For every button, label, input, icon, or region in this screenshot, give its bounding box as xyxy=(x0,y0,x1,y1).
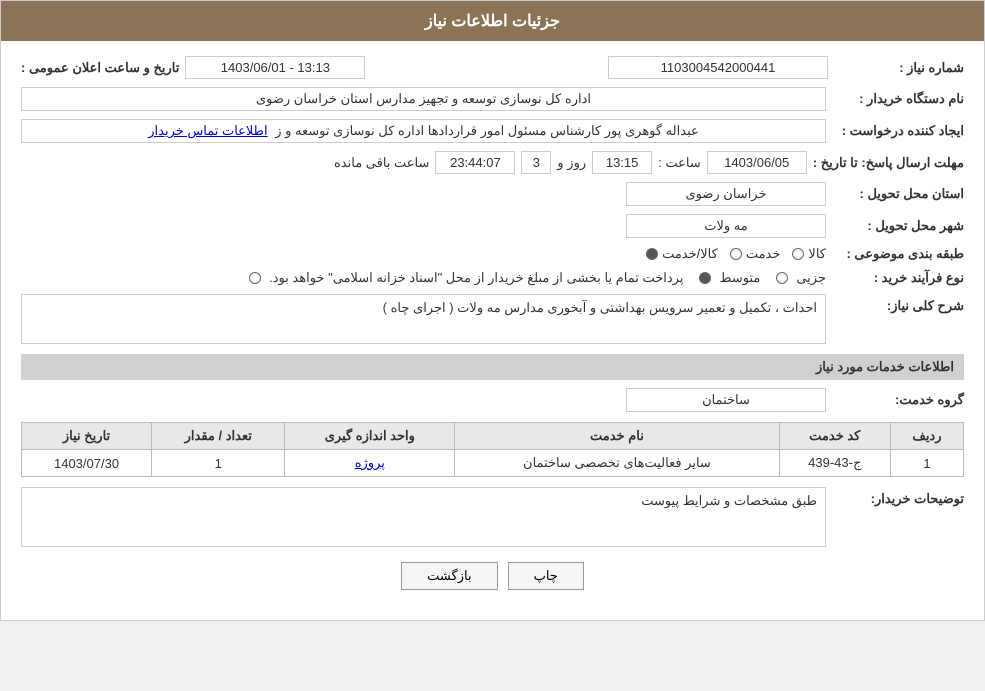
cell-name: سایر فعالیت‌های تخصصی ساختمان xyxy=(455,450,779,477)
purchase-type-label: نوع فرآیند خرید : xyxy=(834,270,964,286)
notes-value: طبق مشخصات و شرایط پیوست xyxy=(21,487,826,547)
col-index: ردیف xyxy=(890,423,963,450)
category-options: کالا/خدمت خدمت کالا xyxy=(646,246,826,262)
deadline-days: 3 xyxy=(521,151,551,174)
deadline-remaining-label: ساعت باقی مانده xyxy=(334,155,429,171)
content-area: شماره نیاز : 1103004542000441 1403/06/01… xyxy=(1,41,984,620)
deadline-date: 1403/06/05 xyxy=(707,151,807,174)
creator-row: ایجاد کننده درخواست : عبداله گوهری پور ک… xyxy=(21,119,964,143)
purchase-type-partial: پرداخت تمام یا بخشی از مبلغ خریدار از مح… xyxy=(249,270,683,286)
creator-value: عبداله گوهری پور کارشناس مسئول امور قرار… xyxy=(21,119,826,143)
radio-partial-icon[interactable] xyxy=(249,272,261,284)
notes-row: توضیحات خریدار: طبق مشخصات و شرایط پیوست xyxy=(21,487,964,547)
purchase-type-options: پرداخت تمام یا بخشی از مبلغ خریدار از مح… xyxy=(249,270,826,286)
buyer-label: نام دستگاه خریدار : xyxy=(834,91,964,107)
category-option-kala: کالا xyxy=(792,246,826,262)
col-quantity: تعداد / مقدار xyxy=(152,423,285,450)
services-table-section: ردیف کد خدمت نام خدمت واحد اندازه گیری ت… xyxy=(21,422,964,477)
table-body: 1 ج-43-439 سایر فعالیت‌های تخصصی ساختمان… xyxy=(22,450,964,477)
page-wrapper: جزئیات اطلاعات نیاز شماره نیاز : 1103004… xyxy=(0,0,985,621)
table-row: 1 ج-43-439 سایر فعالیت‌های تخصصی ساختمان… xyxy=(22,450,964,477)
deadline-label: مهلت ارسال پاسخ: تا تاریخ : xyxy=(813,155,964,171)
service-group-label: گروه خدمت: xyxy=(834,392,964,408)
deadline-time: 13:15 xyxy=(592,151,652,174)
description-row: شرح کلی نیاز: احداث ، تکمیل و تعمیر سروی… xyxy=(21,294,964,344)
buyer-row: نام دستگاه خریدار : اداره کل نوسازی توسع… xyxy=(21,87,964,111)
deadline-remaining: 23:44:07 xyxy=(435,151,515,174)
purchase-type-minor: جزیی xyxy=(776,270,826,286)
cell-unit: پروژه xyxy=(285,450,455,477)
purchase-type-medium: متوسط xyxy=(699,270,760,286)
page-header: جزئیات اطلاعات نیاز xyxy=(1,1,984,41)
col-code: کد خدمت xyxy=(779,423,890,450)
city-value: مه ولات xyxy=(626,214,826,238)
radio-minor-icon[interactable] xyxy=(776,272,788,284)
province-row: استان محل تحویل : خراسان رضوی xyxy=(21,182,964,206)
radio-kala-khedmat-icon[interactable] xyxy=(646,248,658,260)
province-value: خراسان رضوی xyxy=(626,182,826,206)
cell-quantity: 1 xyxy=(152,450,285,477)
deadline-time-label: ساعت : xyxy=(658,155,701,171)
radio-khedmat-icon[interactable] xyxy=(730,248,742,260)
radio-medium-icon[interactable] xyxy=(699,272,711,284)
city-label: شهر محل تحویل : xyxy=(834,218,964,234)
button-row: چاپ بازگشت xyxy=(21,562,964,590)
service-group-row: گروه خدمت: ساختمان xyxy=(21,388,964,412)
description-label: شرح کلی نیاز: xyxy=(834,294,964,314)
purchase-type-medium-label: متوسط xyxy=(719,270,760,286)
cell-unit-text[interactable]: پروژه xyxy=(355,455,385,470)
creator-label: ایجاد کننده درخواست : xyxy=(834,123,964,139)
announce-label: تاریخ و ساعت اعلان عمومی : xyxy=(21,60,179,76)
deadline-row: مهلت ارسال پاسخ: تا تاریخ : 1403/06/05 س… xyxy=(21,151,964,174)
number-label: شماره نیاز : xyxy=(834,60,964,76)
col-date: تاریخ نیاز xyxy=(22,423,152,450)
purchase-type-minor-label: جزیی xyxy=(796,270,826,286)
notes-label: توضیحات خریدار: xyxy=(834,487,964,507)
creator-text: عبداله گوهری پور کارشناس مسئول امور قرار… xyxy=(275,123,698,138)
category-option-kala-khedmat: کالا/خدمت xyxy=(646,246,718,262)
number-group: شماره نیاز : 1103004542000441 xyxy=(608,56,964,79)
cell-index: 1 xyxy=(890,450,963,477)
table-header: ردیف کد خدمت نام خدمت واحد اندازه گیری ت… xyxy=(22,423,964,450)
category-label-kala-khedmat: کالا/خدمت xyxy=(662,246,718,262)
category-option-khedmat: خدمت xyxy=(730,246,781,262)
category-label: طبقه بندی موضوعی : xyxy=(834,246,964,262)
page-title: جزئیات اطلاعات نیاز xyxy=(425,13,560,30)
description-value: احداث ، تکمیل و تعمیر سرویس بهداشتی و آب… xyxy=(21,294,826,344)
category-row: طبقه بندی موضوعی : کالا/خدمت خدمت کالا xyxy=(21,246,964,262)
buyer-value: اداره کل نوسازی توسعه و تجهیز مدارس استا… xyxy=(21,87,826,111)
notes-text: طبق مشخصات و شرایط پیوست xyxy=(641,493,817,508)
print-button[interactable]: چاپ xyxy=(508,562,584,590)
col-unit: واحد اندازه گیری xyxy=(285,423,455,450)
deadline-day-label: روز و xyxy=(557,155,586,171)
purchase-type-partial-label: پرداخت تمام یا بخشی از مبلغ خریدار از مح… xyxy=(269,270,683,286)
creator-link[interactable]: اطلاعات تماس خریدار xyxy=(148,123,267,138)
cell-code: ج-43-439 xyxy=(779,450,890,477)
services-section-title: اطلاعات خدمات مورد نیاز xyxy=(21,354,964,380)
purchase-type-row: نوع فرآیند خرید : پرداخت تمام یا بخشی از… xyxy=(21,270,964,286)
cell-date: 1403/07/30 xyxy=(22,450,152,477)
category-label-kala: کالا xyxy=(808,246,826,262)
back-button[interactable]: بازگشت xyxy=(401,562,497,590)
announce-group: 1403/06/01 - 13:13 تاریخ و ساعت اعلان عم… xyxy=(21,56,365,79)
top-row-number: شماره نیاز : 1103004542000441 1403/06/01… xyxy=(21,56,964,79)
col-name: نام خدمت xyxy=(455,423,779,450)
radio-kala-icon[interactable] xyxy=(792,248,804,260)
table-header-row: ردیف کد خدمت نام خدمت واحد اندازه گیری ت… xyxy=(22,423,964,450)
service-group-value: ساختمان xyxy=(626,388,826,412)
category-label-khedmat: خدمت xyxy=(746,246,781,262)
city-row: شهر محل تحویل : مه ولات xyxy=(21,214,964,238)
services-table: ردیف کد خدمت نام خدمت واحد اندازه گیری ت… xyxy=(21,422,964,477)
province-label: استان محل تحویل : xyxy=(834,186,964,202)
number-value: 1103004542000441 xyxy=(608,56,828,79)
announce-value: 1403/06/01 - 13:13 xyxy=(185,56,365,79)
